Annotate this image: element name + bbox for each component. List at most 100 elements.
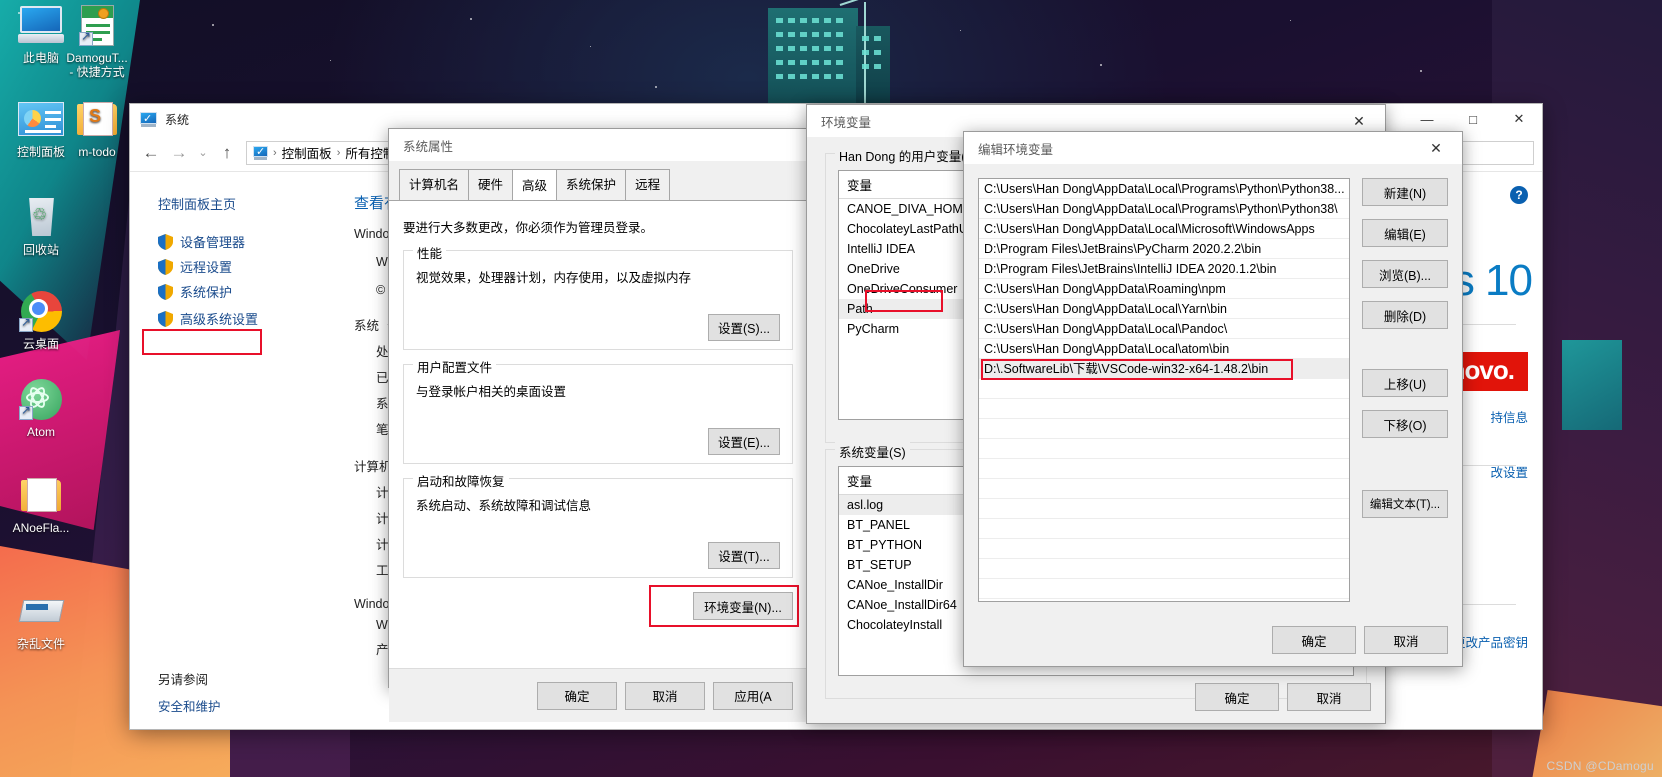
path-entry[interactable] (979, 419, 1349, 439)
path-entry[interactable] (979, 539, 1349, 559)
desktop-icon-damogut[interactable]: DamoguT... - 快捷方式 (58, 4, 136, 79)
footer-links: 另请参阅 安全和维护 (158, 669, 221, 715)
path-entry[interactable] (979, 499, 1349, 519)
path-entry[interactable]: D:\Program Files\JetBrains\PyCharm 2020.… (979, 239, 1349, 259)
close-icon[interactable]: ✕ (1414, 133, 1458, 164)
breadcrumb-item-control-panel[interactable]: 控制面板 (282, 143, 332, 162)
group-startup-recovery: 启动和故障恢复 系统启动、系统故障和调试信息 设置(T)... (403, 471, 793, 578)
path-entry[interactable]: C:\Users\Han Dong\AppData\Local\Programs… (979, 179, 1349, 199)
desktop-icon-atom[interactable]: Atom (2, 378, 80, 439)
sidebar-item-remote-settings[interactable]: 远程设置 (158, 254, 330, 279)
group-user-profiles: 用户配置文件 与登录帐户相关的桌面设置 设置(E)... (403, 357, 793, 464)
apply-button[interactable]: 应用(A (713, 681, 793, 710)
minimize-button[interactable]: — (1404, 104, 1450, 134)
change-settings-link[interactable]: 改设置 (1490, 462, 1528, 481)
up-button[interactable]: ↑ (214, 140, 240, 166)
shield-icon (158, 258, 173, 275)
path-entry[interactable]: C:\Users\Han Dong\AppData\Local\Yarn\bin (979, 299, 1349, 319)
desktop-icon-label: Atom (26, 425, 55, 439)
forward-button[interactable]: → (166, 140, 192, 166)
side-button-column: 新建(N) 编辑(E) 浏览(B)... 删除(D) 上移(U) 下移(O) 编… (1362, 178, 1448, 602)
path-entry-selected[interactable]: D:\.SoftwareLib\下载\VSCode-win32-x64-1.48… (979, 359, 1349, 379)
tab-panel-advanced: 要进行大多数更改，你必须作为管理员登录。 性能 视觉效果，处理器计划，内存使用，… (389, 201, 807, 668)
desktop-icon-misc-files[interactable]: 杂乱文件 (2, 590, 80, 651)
section-system-label: 系统 (354, 319, 380, 333)
change-product-key-link[interactable]: 更改产品密钥 (1453, 632, 1528, 651)
ok-button[interactable]: 确定 (537, 681, 617, 710)
tab-system-protection[interactable]: 系统保护 (556, 169, 627, 200)
new-button[interactable]: 新建(N) (1362, 178, 1448, 206)
tab-remote[interactable]: 远程 (625, 169, 671, 200)
group-user-variables-legend: Han Dong 的用户变量(U) (835, 146, 983, 165)
path-entry[interactable]: C:\Users\Han Dong\AppData\Roaming\npm (979, 279, 1349, 299)
cancel-button[interactable]: 取消 (1364, 626, 1448, 654)
sidebar-item-advanced-system-settings[interactable]: 高级系统设置 (158, 306, 330, 331)
delete-button[interactable]: 删除(D) (1362, 301, 1448, 329)
sidebar-item-label: 高级系统设置 (180, 312, 259, 327)
dialog-body: C:\Users\Han Dong\AppData\Local\Programs… (964, 164, 1462, 602)
browse-button[interactable]: 浏览(B)... (1362, 260, 1448, 288)
dialog-title: 环境变量 (821, 115, 872, 130)
path-entry[interactable] (979, 579, 1349, 599)
path-entry[interactable]: D:\Program Files\JetBrains\IntelliJ IDEA… (979, 259, 1349, 279)
edit-button[interactable]: 编辑(E) (1362, 219, 1448, 247)
path-entry[interactable]: C:\Users\Han Dong\AppData\Local\Microsof… (979, 219, 1349, 239)
path-entry[interactable]: C:\Users\Han Dong\AppData\Local\atom\bin (979, 339, 1349, 359)
help-icon[interactable]: ? (1510, 186, 1528, 204)
breadcrumb-system-icon: ✓ (253, 145, 268, 160)
history-dropdown-button[interactable]: ⌄ (194, 140, 212, 166)
path-entry[interactable]: C:\Users\Han Dong\AppData\Local\Programs… (979, 199, 1349, 219)
desktop-icon-label: 杂乱文件 (16, 637, 65, 651)
support-info-link[interactable]: 持信息 (1490, 407, 1528, 426)
group-performance-text: 视觉效果，处理器计划，内存使用，以及虚拟内存 (416, 271, 692, 285)
document-shortcut-icon (73, 4, 121, 48)
close-button[interactable]: ✕ (1496, 104, 1542, 134)
left-nav-pane: 控制面板主页 设备管理器 远程设置 系统保护 高级系统设置 (130, 172, 330, 729)
ok-button[interactable]: 确定 (1272, 626, 1356, 654)
tab-computer-name[interactable]: 计算机名 (399, 169, 470, 200)
shield-icon (158, 283, 173, 300)
move-down-button[interactable]: 下移(O) (1362, 410, 1448, 438)
performance-settings-button[interactable]: 设置(S)... (708, 314, 780, 341)
path-entry[interactable] (979, 459, 1349, 479)
group-user-profiles-text: 与登录帐户相关的桌面设置 (416, 385, 567, 399)
cancel-button[interactable]: 取消 (625, 681, 705, 710)
desktop-icon-label: DamoguT... - 快捷方式 (66, 51, 128, 79)
startup-recovery-settings-button[interactable]: 设置(T)... (708, 542, 780, 569)
path-entry[interactable] (979, 519, 1349, 539)
back-button[interactable]: ← (138, 140, 164, 166)
path-entry[interactable]: C:\Users\Han Dong\AppData\Local\Pandoc\ (979, 319, 1349, 339)
path-entry[interactable] (979, 439, 1349, 459)
desktop-icon-recycle-bin[interactable]: ♲ 回收站 (2, 196, 80, 257)
environment-variables-button[interactable]: 环境变量(N)... (693, 592, 793, 620)
path-entries-list[interactable]: C:\Users\Han Dong\AppData\Local\Programs… (978, 178, 1350, 602)
cancel-button[interactable]: 取消 (1287, 683, 1371, 711)
sidebar-item-label: 系统保护 (180, 285, 233, 300)
desktop-icon-m-todo[interactable]: S m-todo (58, 98, 136, 159)
window-title: 系统 (165, 112, 190, 127)
path-entry[interactable] (979, 399, 1349, 419)
edit-text-button[interactable]: 编辑文本(T)... (1362, 490, 1448, 518)
sidebar-item-system-protection[interactable]: 系统保护 (158, 279, 330, 304)
dialog-footer: 确定 取消 (1272, 626, 1448, 654)
tab-advanced[interactable]: 高级 (512, 169, 558, 200)
path-entry[interactable] (979, 379, 1349, 399)
sidebar-item-home[interactable]: 控制面板主页 (158, 194, 330, 213)
sidebar-item-device-manager[interactable]: 设备管理器 (158, 229, 330, 254)
path-entry[interactable] (979, 479, 1349, 499)
watermark: CSDN @CDamogu (1546, 759, 1654, 773)
move-up-button[interactable]: 上移(U) (1362, 369, 1448, 397)
tab-hardware[interactable]: 硬件 (468, 169, 514, 200)
desktop-icon-anoefla[interactable]: ANoeFla... (2, 474, 80, 535)
user-profiles-settings-button[interactable]: 设置(E)... (708, 428, 780, 455)
building-illustration (748, 0, 908, 112)
path-entry[interactable] (979, 559, 1349, 579)
desktop-icon-cloud-desktop[interactable]: 云桌面 (2, 290, 80, 351)
desktop-icon-label: m-todo (78, 145, 116, 159)
dialog-title-bar: 编辑环境变量 ✕ (964, 132, 1462, 164)
ok-button[interactable]: 确定 (1195, 683, 1279, 711)
footer-link-security-maintenance[interactable]: 安全和维护 (158, 696, 221, 715)
group-system-variables-legend: 系统变量(S) (835, 442, 910, 461)
edit-environment-variable-dialog: 编辑环境变量 ✕ C:\Users\Han Dong\AppData\Local… (963, 131, 1463, 667)
maximize-button[interactable]: □ (1450, 104, 1496, 134)
